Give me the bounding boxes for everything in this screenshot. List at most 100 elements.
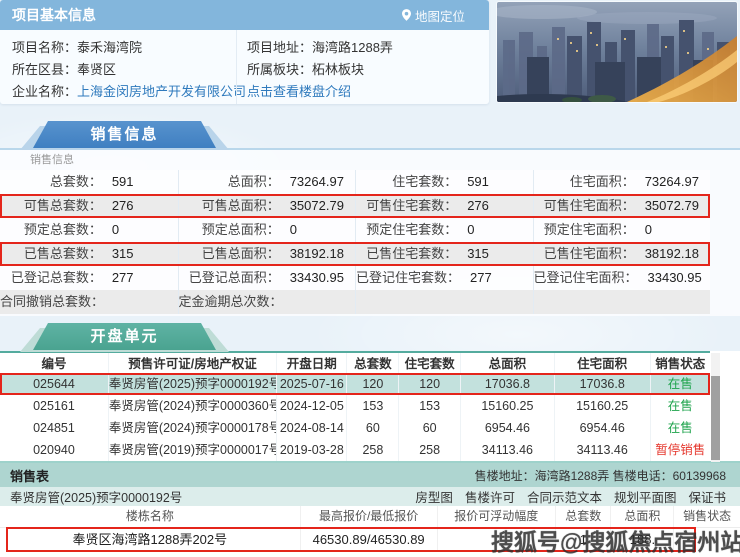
sales-info-label: 已售住宅面积： [534, 242, 635, 266]
sales-info-label: 定金逾期总次数： [179, 290, 283, 314]
field-label: 项目地址： [247, 40, 312, 55]
table-cell: 258 [398, 439, 460, 461]
sales-info-cell [355, 290, 533, 314]
opening-units-body: 025644奉贤房管(2025)预字0000192号2025-07-161201… [0, 373, 740, 461]
opening-units-table: 编号预售许可证/房地产权证开盘日期总套数住宅套数总面积住宅面积销售状态 0256… [0, 351, 740, 464]
sales-info-value: 277 [460, 266, 532, 290]
sales-info-value: 276 [457, 194, 532, 218]
project-info-header: 项目基本信息 地图定位 [0, 0, 489, 30]
sales-info-rows: 总套数：591总面积：73264.97住宅套数：591住宅面积：73264.97… [0, 170, 740, 314]
sales-info-cell: 定金逾期总次数： [178, 290, 356, 314]
status-cell: 在售 [650, 417, 710, 439]
table-cell: 60 [398, 417, 460, 439]
doc-link[interactable]: 保证书 [688, 487, 726, 506]
sales-info-cell: 已售总套数：315 [0, 242, 178, 266]
building-name-cell: 奉贤区海湾路1288弄202号 [0, 528, 300, 552]
sales-info-cell: 已登记总面积：33430.95 [178, 266, 356, 290]
sales-info-label: 已登记住宅面积： [534, 266, 638, 290]
district-field: 所在区县：奉贤区 [12, 59, 236, 81]
doc-link[interactable]: 规划平面图 [614, 487, 677, 506]
sales-info-value: 0 [102, 218, 178, 242]
sales-info-label: 已售住宅套数： [356, 242, 457, 266]
project-info-section: 项目基本信息 地图定位 项目名称：泰禾海湾院所在区县：奉贤区企业名称：上海金闵房… [0, 0, 489, 104]
opening-unit-row[interactable]: 025161奉贤房管(2024)预字0000360号2024-12-051531… [0, 395, 710, 417]
sales-info-label: 总面积： [179, 170, 280, 194]
sales-info-tab[interactable]: 销售信息 [22, 121, 227, 148]
opening-unit-row[interactable]: 020940奉贤房管(2019)预字0000017号2019-03-282582… [0, 439, 710, 461]
sales-table-subheader: 奉贤房管(2025)预字0000192号 房型图售楼许可合同示范文本规划平面图保… [0, 487, 740, 506]
doc-link[interactable]: 房型图 [415, 487, 453, 506]
column-header: 楼栋名称 [0, 506, 300, 527]
sales-info-cell: 已登记住宅套数：277 [355, 266, 533, 290]
sales-info-label: 预定住宅套数： [356, 218, 457, 242]
column-header: 销售状态 [650, 353, 710, 373]
doc-link[interactable]: 售楼许可 [465, 487, 515, 506]
table-cell: 60 [346, 417, 398, 439]
sales-info-cell: 预定总套数：0 [0, 218, 178, 242]
doc-link[interactable]: 合同示范文本 [527, 487, 602, 506]
sales-info-value [104, 290, 177, 314]
table-cell: 奉贤房管(2024)预字0000360号 [108, 395, 276, 417]
opening-unit-row[interactable]: 024851奉贤房管(2024)预字0000178号2024-08-146060… [0, 417, 710, 439]
sales-info-row: 预定总套数：0预定总面积：0预定住宅套数：0预定住宅面积：0 [0, 218, 710, 242]
sales-office-info: 售楼地址：海湾路1288弄 售楼电话：60139968 [475, 467, 726, 484]
sales-info-row: 已售总套数：315已售总面积：38192.18已售住宅套数：315已售住宅面积：… [0, 242, 710, 266]
developer-link-field: 企业名称：上海金闵房地产开发有限公司 [12, 81, 236, 103]
status-cell: 暂停销售 [650, 439, 710, 461]
field-label: 企业名称： [12, 84, 77, 99]
table-cell: 15160.25 [554, 395, 650, 417]
sales-info-label [534, 290, 635, 314]
column-header: 最高报价/最低报价 [300, 506, 437, 527]
sales-info-cell [533, 290, 711, 314]
city-skyline-image [497, 2, 737, 102]
scrollbar-thumb[interactable] [711, 376, 720, 460]
intro-link[interactable]: 点击查看楼盘介绍 [247, 84, 351, 99]
table-cell: 15160.25 [460, 395, 554, 417]
sales-info-cell: 总套数：591 [0, 170, 178, 194]
sales-info-cell: 可售总套数：276 [0, 194, 178, 218]
sales-info-value: 0 [635, 218, 710, 242]
table-cell: 258 [346, 439, 398, 461]
sales-info-label: 可售住宅套数： [356, 194, 457, 218]
sales-info-value: 73264.97 [635, 170, 710, 194]
sales-info-cell: 预定总面积：0 [178, 218, 356, 242]
table-cell: 2025-07-16 [276, 373, 346, 395]
sales-info-label: 可售总套数： [0, 194, 102, 218]
sales-info-sublabel: 销售信息 [0, 150, 740, 170]
tab-label: 开盘单元 [33, 323, 216, 350]
project-info-body: 项目名称：泰禾海湾院所在区县：奉贤区企业名称：上海金闵房地产开发有限公司 项目地… [0, 30, 489, 104]
sales-info-cell: 总面积：73264.97 [178, 170, 356, 194]
table-cell: 34113.46 [554, 439, 650, 461]
developer-link[interactable]: 上海金闵房地产开发有限公司 [77, 84, 246, 99]
sales-info-value: 0 [457, 218, 532, 242]
sales-info-value: 591 [457, 170, 532, 194]
field-label: 所在区县： [12, 62, 77, 77]
project-address-field: 项目地址：海湾路1288弄 [247, 37, 489, 59]
project-fields-left: 项目名称：泰禾海湾院所在区县：奉贤区企业名称：上海金闵房地产开发有限公司 [0, 30, 236, 104]
status-cell: 在售 [650, 395, 710, 417]
sales-info-cell: 预定住宅面积：0 [533, 218, 711, 242]
sales-info-cell: 已登记总套数：277 [0, 266, 178, 290]
sales-info-row: 可售总套数：276可售总面积：35072.79可售住宅套数：276可售住宅面积：… [0, 194, 710, 218]
sales-info-value [283, 290, 355, 314]
sales-info-cell: 可售住宅套数：276 [355, 194, 533, 218]
map-locate-link[interactable]: 地图定位 [402, 6, 465, 25]
sales-info-label: 已登记总套数： [0, 266, 102, 290]
table-cell: 34113.46 [460, 439, 554, 461]
sales-info-label [356, 290, 457, 314]
sales-info-value: 35072.79 [635, 194, 710, 218]
sales-info-cell: 已售总面积：38192.18 [178, 242, 356, 266]
opening-unit-row[interactable]: 025644奉贤房管(2025)预字0000192号2025-07-161201… [0, 373, 710, 395]
sales-info-value: 0 [280, 218, 355, 242]
sales-info-label: 合同撤销总套数： [0, 290, 104, 314]
table-cell: 2019-03-28 [276, 439, 346, 461]
sales-info-cell: 可售总面积：35072.79 [178, 194, 356, 218]
table-cell: 120 [398, 373, 460, 395]
opening-units-tab[interactable]: 开盘单元 [22, 323, 227, 350]
sales-info-value [635, 290, 710, 314]
table-cell: 153 [398, 395, 460, 417]
column-header: 预售许可证/房地产权证 [108, 353, 276, 373]
table-cell: 奉贤房管(2019)预字0000017号 [108, 439, 276, 461]
sales-info-label: 已登记住宅套数： [356, 266, 460, 290]
section-title: 项目基本信息 [12, 5, 96, 25]
